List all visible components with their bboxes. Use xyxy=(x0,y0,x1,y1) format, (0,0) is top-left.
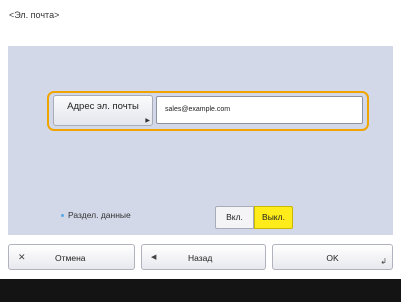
ok-label: OK xyxy=(326,253,339,263)
back-button[interactable]: ◀ Назад xyxy=(141,244,266,270)
cancel-button[interactable]: ✕ Отмена xyxy=(8,244,135,270)
back-label: Назад xyxy=(188,253,213,263)
back-arrow-icon: ◀ xyxy=(151,254,157,261)
email-address-label: Адрес эл. почты xyxy=(67,101,139,112)
bullet-icon xyxy=(61,214,64,217)
split-data-off-button[interactable]: Выкл. xyxy=(254,206,293,229)
page-title: <Эл. почта> xyxy=(9,10,60,20)
close-icon: ✕ xyxy=(18,252,26,262)
corner-enter-icon: ↲ xyxy=(380,257,387,266)
settings-panel: Адрес эл. почты ▶ sales@example.com Разд… xyxy=(8,46,393,235)
bottom-bar xyxy=(0,279,401,302)
corner-arrow-icon: ▶ xyxy=(145,118,150,124)
email-address-field[interactable]: sales@example.com xyxy=(156,96,363,124)
email-address-button[interactable]: Адрес эл. почты ▶ xyxy=(53,95,153,126)
cancel-label: Отмена xyxy=(55,253,86,263)
split-data-on-button[interactable]: Вкл. xyxy=(215,206,254,229)
ok-button[interactable]: OK ↲ xyxy=(272,244,393,270)
split-data-label: Раздел. данные xyxy=(68,210,131,220)
